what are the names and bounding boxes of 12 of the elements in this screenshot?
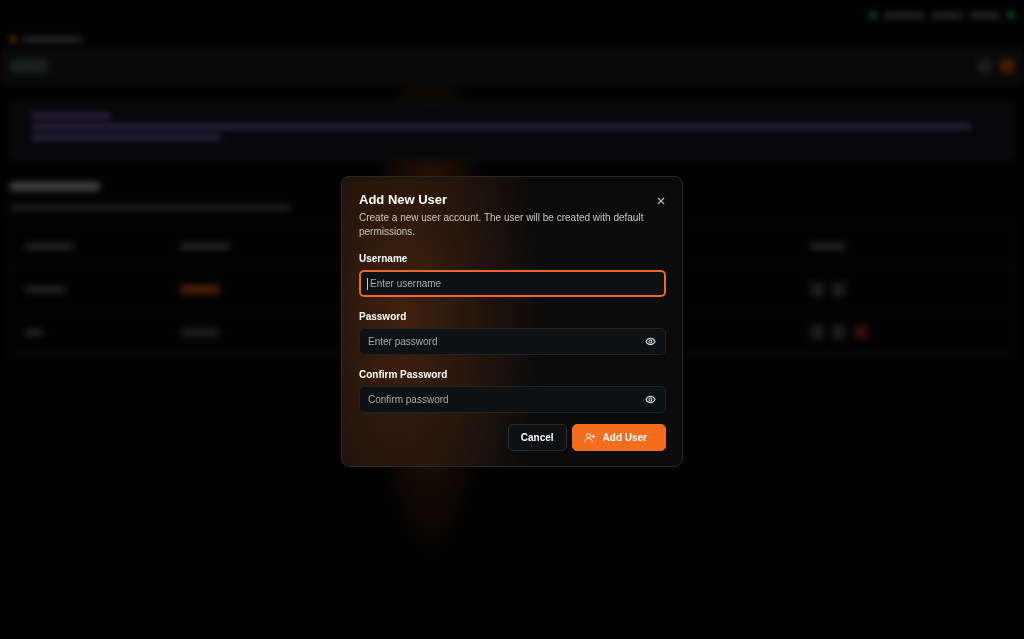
cancel-button[interactable]: Cancel bbox=[507, 424, 567, 451]
field-label: Confirm Password bbox=[359, 369, 449, 380]
user-plus-icon bbox=[583, 432, 595, 443]
input-field[interactable]: Confirm password bbox=[359, 386, 666, 413]
dialog-title: Add New User bbox=[359, 192, 448, 207]
dialog-description: Create a new user account. The user will be created with default permissions. bbox=[359, 211, 645, 239]
input-field[interactable]: Enter username bbox=[359, 270, 666, 297]
field-label: Username bbox=[359, 253, 409, 264]
input-field[interactable]: Enter password bbox=[359, 328, 666, 355]
eye-icon[interactable] bbox=[645, 336, 656, 347]
field-label: Password bbox=[359, 311, 408, 322]
eye-icon[interactable] bbox=[645, 394, 656, 405]
